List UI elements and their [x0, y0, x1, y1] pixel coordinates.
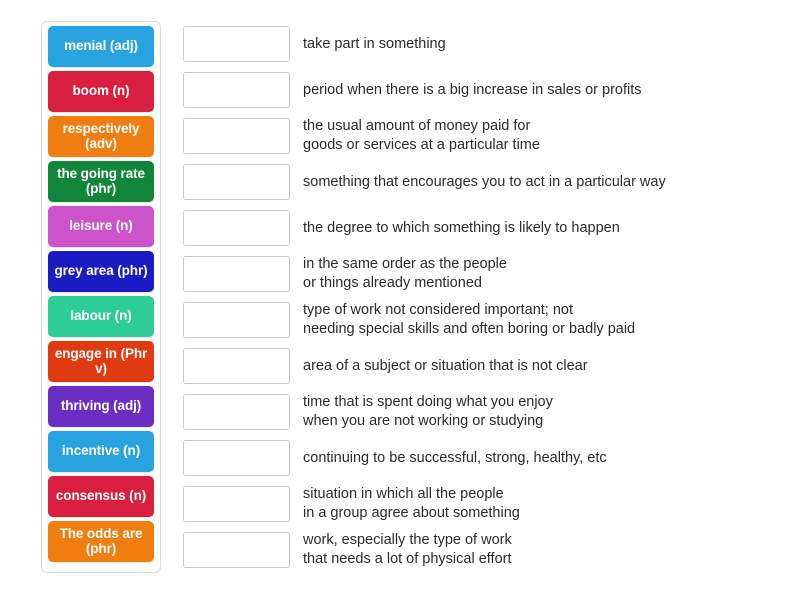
word-tile[interactable]: leisure (n): [48, 206, 154, 247]
match-row: situation in which all the people in a g…: [183, 481, 783, 527]
definition-text: in the same order as the people or thing…: [303, 256, 507, 291]
word-tile[interactable]: boom (n): [48, 71, 154, 112]
definition-text: the usual amount of money paid for goods…: [303, 118, 540, 153]
answer-drop-slot[interactable]: [183, 26, 290, 62]
match-row: continuing to be successful, strong, hea…: [183, 435, 783, 481]
match-row: period when there is a big increase in s…: [183, 67, 783, 113]
definition-text: work, especially the type of work that n…: [303, 532, 512, 567]
word-tile[interactable]: engage in (Phr v): [48, 341, 154, 382]
answer-drop-slot[interactable]: [183, 72, 290, 108]
definition-text: area of a subject or situation that is n…: [303, 357, 588, 374]
answer-drop-slot[interactable]: [183, 164, 290, 200]
definition-text: situation in which all the people in a g…: [303, 486, 520, 521]
definition-text: something that encourages you to act in …: [303, 173, 666, 190]
match-row: area of a subject or situation that is n…: [183, 343, 783, 389]
word-tile[interactable]: respectively (adv): [48, 116, 154, 157]
match-row: take part in something: [183, 21, 783, 67]
word-tile[interactable]: incentive (n): [48, 431, 154, 472]
match-row: the usual amount of money paid for goods…: [183, 113, 783, 159]
word-tile[interactable]: grey area (phr): [48, 251, 154, 292]
answer-drop-slot[interactable]: [183, 348, 290, 384]
definition-text: type of work not considered important; n…: [303, 302, 636, 337]
word-tile[interactable]: labour (n): [48, 296, 154, 337]
answer-drop-slot[interactable]: [183, 440, 290, 476]
word-tile-column: menial (adj) boom (n) respectively (adv) th…: [41, 21, 161, 573]
match-row: something that encourages you to act in …: [183, 159, 783, 205]
word-tile[interactable]: thriving (adj): [48, 386, 154, 427]
match-row: the degree to which something is likely …: [183, 205, 783, 251]
word-tile[interactable]: consensus (n): [48, 476, 154, 517]
match-rows-list: take part in something period when there …: [183, 21, 783, 573]
match-row: type of work not considered important; n…: [183, 297, 783, 343]
definition-text: the degree to which something is likely …: [303, 219, 620, 236]
answer-drop-slot[interactable]: [183, 394, 290, 430]
definition-text: time that is spent doing what you enjoy …: [303, 394, 553, 429]
match-row: work, especially the type of work that n…: [183, 527, 783, 573]
word-tile[interactable]: The odds are (phr): [48, 521, 154, 562]
answer-drop-slot[interactable]: [183, 532, 290, 568]
definition-text: continuing to be successful, strong, hea…: [303, 449, 607, 466]
match-up-exercise: menial (adj) boom (n) respectively (adv) th…: [0, 0, 800, 600]
definition-text: take part in something: [303, 35, 446, 52]
answer-drop-slot[interactable]: [183, 256, 290, 292]
match-row: in the same order as the people or thing…: [183, 251, 783, 297]
definition-text: period when there is a big increase in s…: [303, 81, 642, 98]
answer-drop-slot[interactable]: [183, 486, 290, 522]
answer-drop-slot[interactable]: [183, 118, 290, 154]
word-tile[interactable]: menial (adj): [48, 26, 154, 67]
word-tile[interactable]: the going rate (phr): [48, 161, 154, 202]
answer-drop-slot[interactable]: [183, 210, 290, 246]
answer-drop-slot[interactable]: [183, 302, 290, 338]
match-row: time that is spent doing what you enjoy …: [183, 389, 783, 435]
